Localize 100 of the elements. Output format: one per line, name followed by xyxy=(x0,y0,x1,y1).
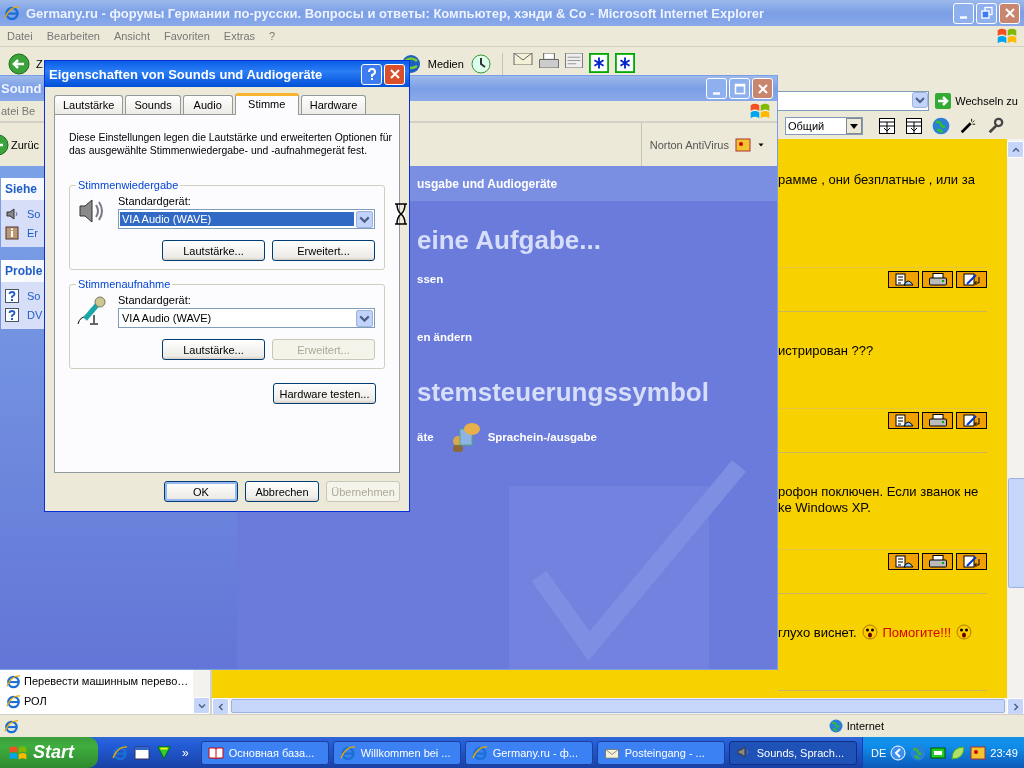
device-dropdown[interactable]: VIA Audio (WAVE) xyxy=(118,308,375,328)
window-icon[interactable] xyxy=(134,744,150,761)
pencil-icon xyxy=(961,272,982,287)
menu-item[interactable]: ? xyxy=(262,30,283,42)
task-link[interactable]: DV xyxy=(27,309,43,321)
scroll-down-button[interactable] xyxy=(193,697,210,714)
taskbar-button[interactable]: Основная база... xyxy=(200,740,329,765)
post-action-button[interactable] xyxy=(922,553,953,570)
info-icon xyxy=(5,226,19,240)
window-title: Germany.ru - форумы Германии по-русски. Вопросы и ответы: Компьютер, хэнди & Co - Microsoft Internet Explorer xyxy=(26,5,766,21)
task-link[interactable]: Er xyxy=(27,227,38,239)
sidebar-link[interactable]: Перевести машинным перево… xyxy=(0,671,193,691)
test-hardware-button[interactable]: Hardware testen... xyxy=(273,383,376,404)
task-link[interactable]: ssen xyxy=(417,273,777,285)
post-action-button[interactable] xyxy=(922,412,953,429)
ie-icon[interactable] xyxy=(112,744,128,761)
taskbar-button[interactable]: Germany.ru - ф... xyxy=(464,740,593,765)
post-text: глухо виснет. xyxy=(778,624,857,640)
scrollbar-thumb[interactable] xyxy=(1008,478,1024,588)
book-icon xyxy=(207,744,224,761)
tab[interactable]: Sounds xyxy=(125,95,181,114)
windows-flag-icon xyxy=(749,101,771,121)
post-action-button[interactable] xyxy=(888,553,919,570)
triangle-icon[interactable] xyxy=(156,744,172,761)
mail-icon[interactable] xyxy=(512,53,533,65)
post-action-button[interactable] xyxy=(956,412,987,429)
language-indicator[interactable]: DE xyxy=(871,746,887,759)
help-button[interactable] xyxy=(361,63,382,85)
sidebar-link[interactable]: РОЛ xyxy=(0,691,193,711)
menu-item[interactable]: atei xyxy=(1,105,22,117)
scrollbar[interactable] xyxy=(1007,139,1024,698)
norton-label[interactable]: Norton AntiVirus xyxy=(649,138,729,151)
printer-icon xyxy=(927,272,948,287)
menu-item[interactable]: Datei xyxy=(0,30,40,42)
printer-icon[interactable] xyxy=(538,53,559,68)
push-button[interactable]: Erweitert... xyxy=(272,240,375,261)
asterisk-icon[interactable] xyxy=(588,53,609,73)
post-text: рофон поключен. Если званок не xyxy=(778,483,979,499)
asterisk-icon[interactable] xyxy=(614,53,635,73)
media-label[interactable]: Medien xyxy=(427,53,464,70)
taskbar-button[interactable]: Posteingang - ... xyxy=(596,740,725,765)
help-icon xyxy=(5,308,19,322)
chevron-icon[interactable] xyxy=(890,744,907,761)
back-icon[interactable] xyxy=(8,53,30,75)
more-button[interactable]: » xyxy=(178,745,193,760)
minimize-icon xyxy=(713,91,720,95)
page-icon[interactable] xyxy=(564,53,583,68)
close-button[interactable] xyxy=(384,63,405,85)
post-action-button[interactable] xyxy=(956,271,987,288)
applet-link[interactable]: äte xyxy=(417,431,434,443)
speaker-icon xyxy=(5,207,19,221)
taskbar-button[interactable]: Willkommen bei ... xyxy=(332,740,461,765)
scrollbar[interactable] xyxy=(212,698,1024,714)
menu-item[interactable]: Favoriten xyxy=(157,30,217,42)
table-icon[interactable] xyxy=(878,117,896,135)
field-label: Standardgerät: xyxy=(118,294,192,306)
dialog-button[interactable]: Abbrechen xyxy=(245,481,319,502)
post-action-button[interactable] xyxy=(888,271,919,288)
post-action-button[interactable] xyxy=(888,412,919,429)
wand-icon[interactable] xyxy=(959,117,977,135)
tab[interactable]: Stimme xyxy=(234,93,299,115)
network-icon[interactable] xyxy=(930,744,947,761)
section-heading: stemsteuerungssymbol xyxy=(417,377,710,407)
style-dropdown[interactable]: Общий xyxy=(785,117,863,135)
back-label[interactable]: Z xyxy=(36,53,43,70)
post-action-button[interactable] xyxy=(922,271,953,288)
menu-item[interactable]: Be xyxy=(21,105,39,117)
globe-icon xyxy=(828,719,843,733)
push-button[interactable]: Lautstärke... xyxy=(162,339,265,360)
scroll-up-button[interactable] xyxy=(1007,141,1024,158)
menu-item[interactable]: Extras xyxy=(216,30,263,42)
post-text: ke Windows XP. xyxy=(778,499,871,515)
start-button[interactable]: Start xyxy=(0,737,98,768)
post-text: рамме , они безплатные , или за xyxy=(778,171,975,187)
go-button[interactable]: Wechseln zu xyxy=(933,93,1020,109)
device-dropdown[interactable]: VIA Audio (WAVE) xyxy=(118,209,375,229)
tab[interactable]: Hardware xyxy=(300,95,367,114)
tab[interactable]: Lautstärke xyxy=(54,95,124,114)
post-action-button[interactable] xyxy=(956,553,987,570)
applet-link[interactable]: Sprachein-/ausgabe xyxy=(449,421,597,453)
leaf-icon[interactable] xyxy=(950,744,967,761)
menu-item[interactable]: Ansicht xyxy=(106,30,157,42)
menu-item[interactable]: Bearbeiten xyxy=(39,30,107,42)
dialog-button[interactable]: OK xyxy=(164,481,238,502)
tab[interactable]: Audio xyxy=(182,95,233,114)
task-link[interactable]: So xyxy=(27,208,41,220)
taskbar-button[interactable]: Sounds, Sprach... xyxy=(728,740,857,765)
quote-icon xyxy=(893,554,914,569)
back-label[interactable]: Zurüc xyxy=(11,138,40,151)
table-icon[interactable] xyxy=(905,117,923,135)
smiley-icon xyxy=(861,624,878,640)
push-button[interactable]: Lautstärke... xyxy=(162,240,265,261)
window-title: Sound xyxy=(0,81,42,96)
post-text: истрирован ??? xyxy=(778,342,874,358)
group-title: Stimmenwiedergabe xyxy=(77,179,180,191)
task-link[interactable]: So xyxy=(27,290,41,302)
pencil-icon xyxy=(961,554,982,569)
ie-icon xyxy=(339,744,356,761)
task-link[interactable]: en ändern xyxy=(417,331,777,343)
history-icon[interactable] xyxy=(469,53,492,75)
